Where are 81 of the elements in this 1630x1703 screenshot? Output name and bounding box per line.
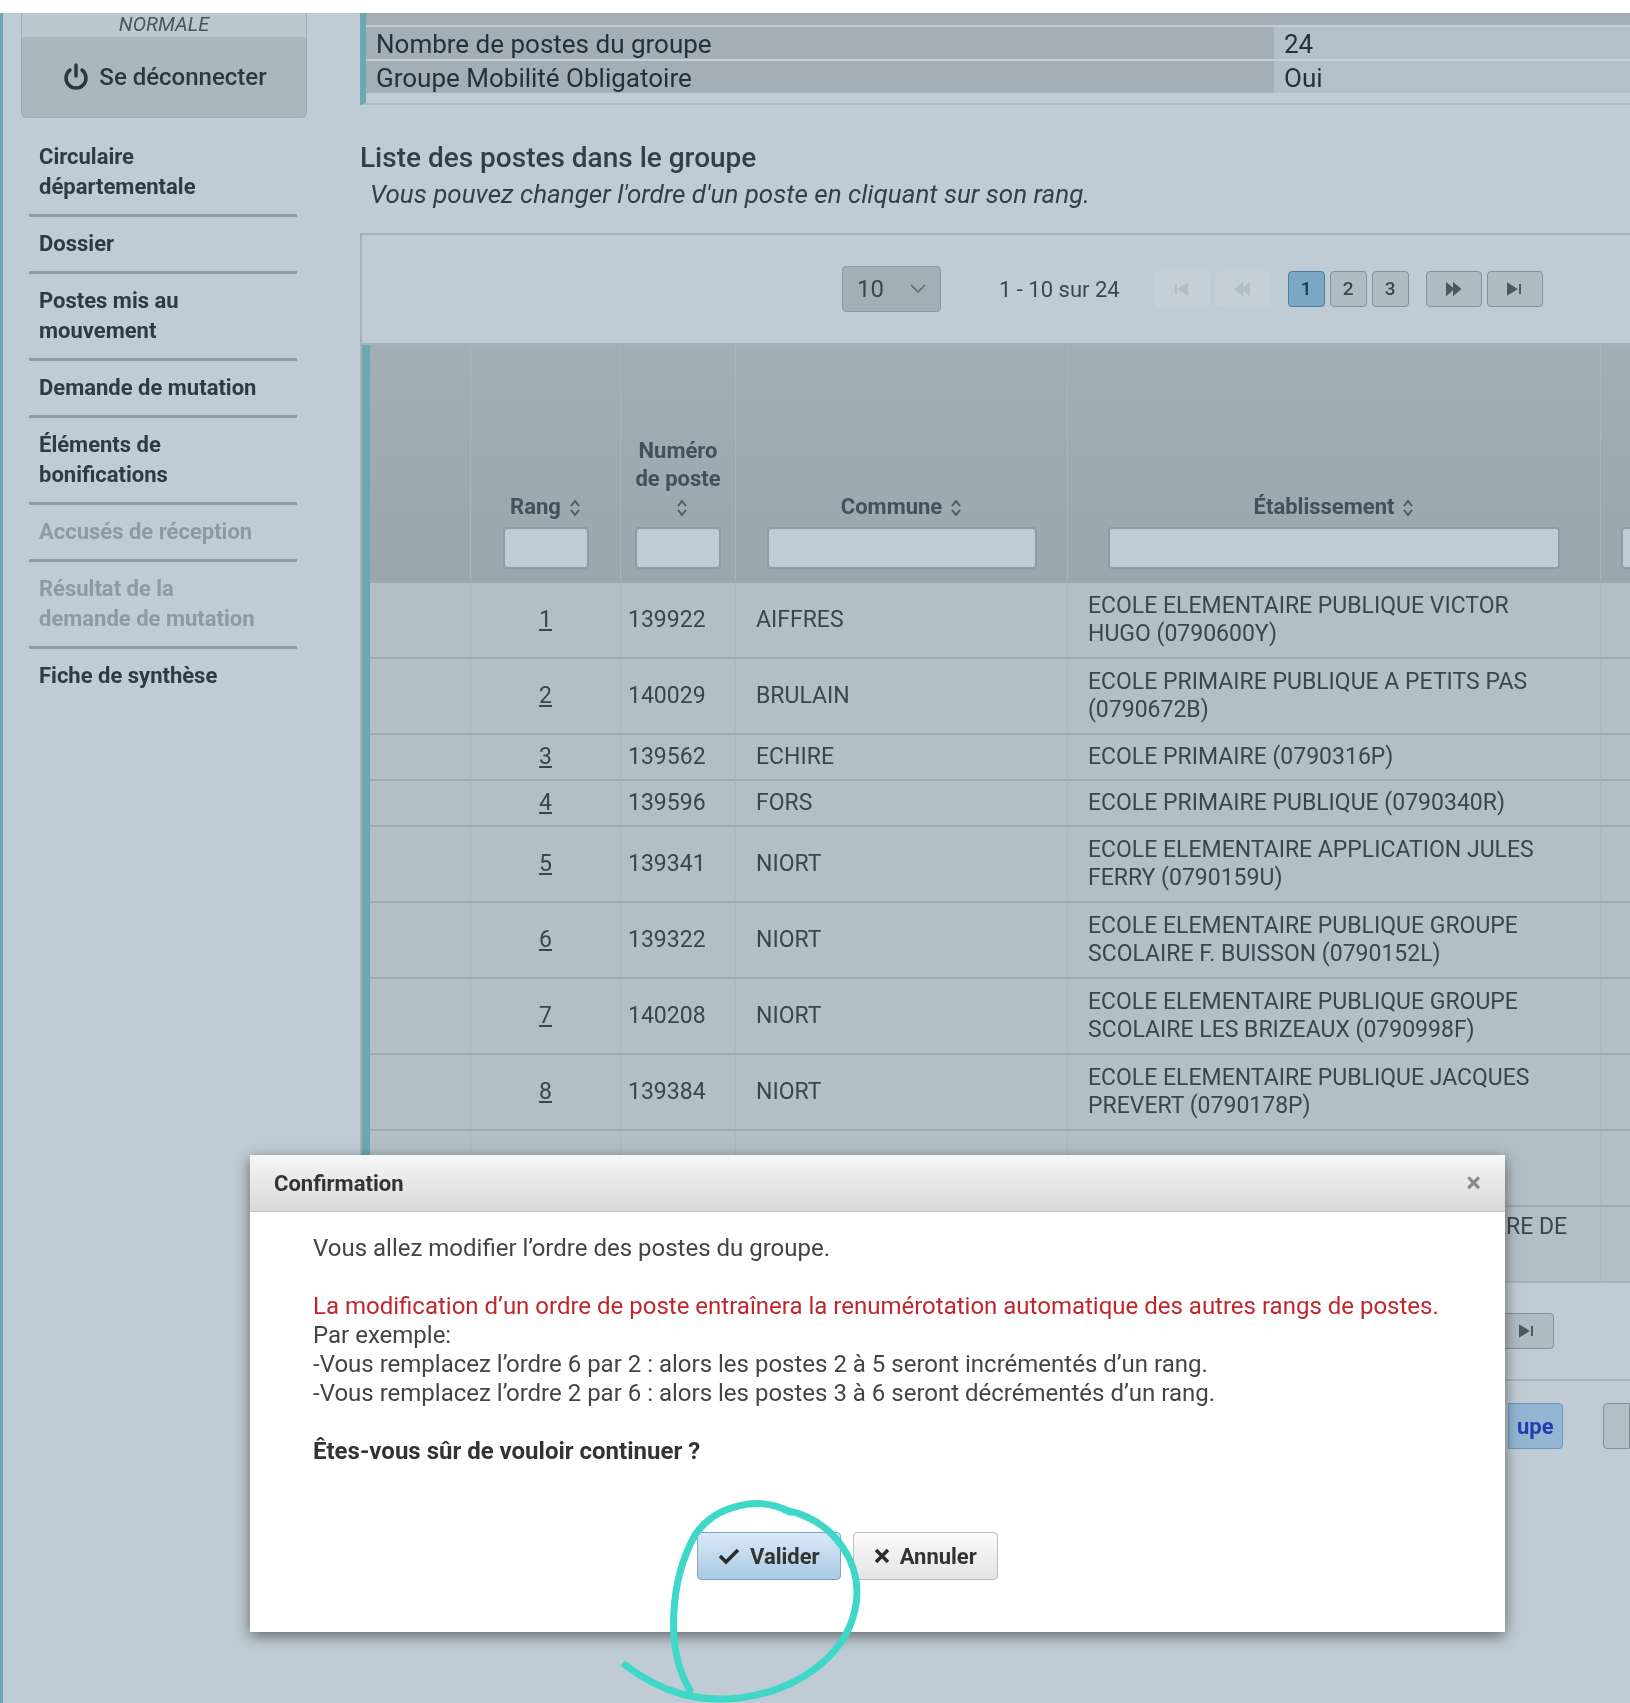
rank-link[interactable]: 7 bbox=[539, 1002, 552, 1030]
table-cell: ECOLE PRIMAIRE PUBLIQUE A PETITS PAS (0790672B) bbox=[1068, 657, 1601, 733]
table-cell: 139322 bbox=[621, 901, 736, 977]
menu-item[interactable]: Fiche de synthèse bbox=[29, 649, 297, 703]
table-cell: 140208 bbox=[621, 977, 736, 1053]
table-cell: NIORT bbox=[736, 825, 1068, 901]
menu-item[interactable]: Circulaire départementale bbox=[29, 130, 297, 217]
cut-off-button[interactable] bbox=[1602, 1403, 1630, 1449]
chevron-down-icon bbox=[910, 284, 926, 294]
table-cell: BRULAIN bbox=[736, 657, 1068, 733]
sort-icon[interactable] bbox=[568, 498, 581, 519]
table-cell: NIORT bbox=[736, 1053, 1068, 1129]
info-value: 24 bbox=[1274, 27, 1630, 59]
filter-field[interactable] bbox=[1108, 527, 1560, 569]
last-icon bbox=[1516, 1323, 1536, 1339]
close-button[interactable]: × bbox=[1466, 1169, 1481, 1197]
page-size-select[interactable]: 10 bbox=[842, 266, 941, 312]
table-cell: 139341 bbox=[621, 825, 736, 901]
rank-link[interactable]: 5 bbox=[539, 850, 552, 878]
section-title: Liste des postes dans le groupe bbox=[360, 141, 758, 175]
info-value: Oui bbox=[1274, 61, 1630, 93]
table-cell: 139922 bbox=[621, 581, 736, 657]
table-cell: ECOLE PRIMAIRE (0790316P) bbox=[1068, 733, 1601, 779]
column-header[interactable]: Commune bbox=[840, 493, 963, 521]
menu-item[interactable]: Éléments de bonifications bbox=[29, 418, 297, 505]
table-cell: 139562 bbox=[621, 733, 736, 779]
page-button[interactable]: 1 bbox=[1287, 271, 1325, 307]
column-header[interactable]: Rang bbox=[510, 493, 581, 521]
table-cell: ECOLE ELEMENTAIRE APPLICATION JULES FERRY (0790159U) bbox=[1068, 825, 1601, 901]
sort-icon[interactable] bbox=[1402, 498, 1415, 519]
table-cell: 139384 bbox=[621, 1053, 736, 1129]
sort-icon[interactable] bbox=[676, 498, 688, 519]
status-text: NORMALE bbox=[22, 13, 306, 37]
table-cell: NIORT bbox=[736, 977, 1068, 1053]
next-icon bbox=[1444, 281, 1464, 297]
question-text: Êtes-vous sûr de vouloir continuer ? bbox=[313, 1437, 702, 1466]
page-button[interactable]: 2 bbox=[1329, 271, 1367, 307]
check-icon bbox=[718, 1547, 740, 1565]
confirm-button[interactable]: Valider bbox=[697, 1532, 841, 1580]
table-cell: ECOLE PRIMAIRE PUBLIQUE (0790340R) bbox=[1068, 779, 1601, 825]
menu-item[interactable]: Demande de mutation bbox=[29, 361, 297, 418]
sort-icon[interactable] bbox=[950, 498, 963, 519]
rank-link[interactable]: 3 bbox=[539, 743, 552, 771]
last-page-button[interactable] bbox=[1486, 271, 1543, 307]
table-cell: 140029 bbox=[621, 657, 736, 733]
dialog-text: Par exemple: bbox=[313, 1321, 453, 1350]
table-cell: ECOLE ELEMENTAIRE PUBLIQUE JACQUES PREVERT (0790178P) bbox=[1068, 1053, 1601, 1129]
info-label: Groupe Mobilité Obligatoire bbox=[366, 61, 1274, 93]
close-icon bbox=[873, 1548, 890, 1564]
table-cell: ECOLE ELEMENTAIRE PUBLIQUE GROUPE SCOLAIRE F. BUISSON (0790152L) bbox=[1068, 901, 1601, 977]
next-page-button[interactable] bbox=[1425, 271, 1482, 307]
rank-link[interactable]: 2 bbox=[539, 682, 552, 710]
dialog-text: -Vous remplacez l’ordre 6 par 2 : alors les postes 2 à 5 seront incrémentés d’un rang. bbox=[313, 1350, 1209, 1379]
filter-field[interactable] bbox=[635, 527, 721, 569]
table-cell: NIORT bbox=[736, 901, 1068, 977]
column-header[interactable]: Établissement bbox=[1253, 493, 1415, 521]
filter-field[interactable] bbox=[766, 527, 1037, 569]
rank-link[interactable]: 8 bbox=[539, 1078, 552, 1106]
table-cell: ECHIRE bbox=[736, 733, 1068, 779]
dialog-text: Vous allez modifier l’ordre des postes du groupe. bbox=[313, 1234, 831, 1263]
cancel-button[interactable]: Annuler bbox=[852, 1532, 998, 1580]
rank-link[interactable]: 4 bbox=[539, 789, 552, 817]
logout-button[interactable]: Se déconnecter bbox=[22, 37, 306, 117]
menu-item[interactable]: Postes mis au mouvement bbox=[29, 274, 297, 361]
dialog-title: Confirmation bbox=[274, 1169, 404, 1198]
range-text: 1 - 10 sur 24 bbox=[999, 275, 1120, 304]
table-cell: 139596 bbox=[621, 779, 736, 825]
table-cell: ECOLE ELEMENTAIRE PUBLIQUE VICTOR HUGO (0790600Y) bbox=[1068, 581, 1601, 657]
dialog-text: -Vous remplacez l’ordre 2 par 6 : alors les postes 3 à 6 seront décrémentés d’un rang. bbox=[313, 1379, 1216, 1408]
filter-field[interactable] bbox=[502, 527, 589, 569]
warning-text: La modification d’un ordre de poste entraînera la renumérotation automatique des autres rangs de postes. bbox=[313, 1292, 1440, 1321]
info-label: Nombre de postes du groupe bbox=[366, 27, 1274, 59]
table-cell: AIFFRES bbox=[736, 581, 1068, 657]
menu-item[interactable]: Dossier bbox=[29, 217, 297, 274]
submit-button[interactable]: upe bbox=[1508, 1403, 1563, 1449]
rank-link[interactable]: 6 bbox=[539, 926, 552, 954]
table-cell: ECOLE ELEMENTAIRE PUBLIQUE GROUPE SCOLAIRE LES BRIZEAUX (0790998F) bbox=[1068, 977, 1601, 1053]
table-cell: FORS bbox=[736, 779, 1068, 825]
hint-text: Vous pouvez changer l'ordre d'un poste en cliquant sur son rang. bbox=[370, 178, 1091, 211]
rank-link[interactable]: 1 bbox=[539, 606, 552, 634]
page-button[interactable]: 3 bbox=[1371, 271, 1409, 307]
